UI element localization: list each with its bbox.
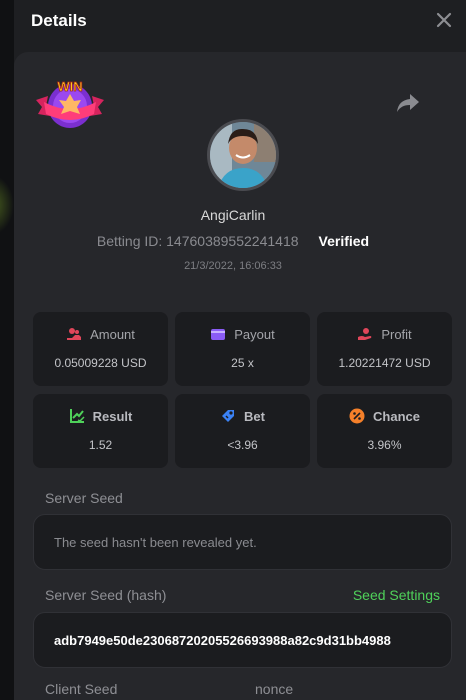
stat-profit-label: Profit [381, 326, 412, 342]
hand-coin-icon [357, 326, 373, 342]
stat-payout-label: Payout [234, 326, 275, 342]
backdrop-left-strip [0, 0, 14, 700]
percent-icon [349, 408, 365, 424]
verified-badge: Verified [318, 233, 370, 249]
server-seed-hash-value: adb7949e50de23068720205526693988a82c9d31… [54, 632, 391, 648]
tag-icon [220, 408, 236, 424]
backdrop-glow [0, 175, 14, 235]
client-seed-label: Client Seed [45, 681, 118, 697]
bet-datetime: 21/3/2022, 16:06:33 [184, 260, 282, 272]
server-seed-hash-label: Server Seed (hash) [45, 587, 167, 603]
stat-profit-value: 1.20221472 USD [338, 356, 431, 370]
modal-header: Details [14, 0, 466, 50]
win-badge-text: WIN [57, 79, 82, 94]
avatar [207, 119, 279, 191]
close-button[interactable] [432, 8, 456, 32]
close-icon [436, 12, 452, 28]
stat-amount-value: 0.05009228 USD [54, 356, 147, 370]
stat-bet: Bet <3.96 [175, 394, 310, 468]
seed-settings-link[interactable]: Seed Settings [353, 587, 440, 603]
stat-bet-label: Bet [244, 408, 265, 424]
coins-icon [66, 326, 82, 342]
server-seed-label: Server Seed [45, 490, 123, 506]
stat-result: Result 1.52 [33, 394, 168, 468]
stat-profit: Profit 1.20221472 USD [317, 312, 452, 386]
share-icon [397, 94, 419, 112]
username: AngiCarlin [200, 207, 266, 223]
stat-chance-label: Chance [373, 408, 420, 424]
stat-bet-value: <3.96 [227, 438, 258, 452]
stat-chance: Chance 3.96% [317, 394, 452, 468]
chart-check-icon [69, 408, 85, 424]
stat-chance-value: 3.96% [367, 438, 402, 452]
win-badge: WIN [34, 76, 106, 132]
stat-result-value: 1.52 [88, 438, 113, 452]
stat-payout: Payout 25 x [175, 312, 310, 386]
wallet-icon [210, 326, 226, 342]
betting-id: Betting ID: 14760389552241418 [96, 233, 299, 249]
modal-title: Details [31, 11, 87, 30]
server-seed-field[interactable]: The seed hasn't been revealed yet. [33, 514, 452, 570]
stat-amount: Amount 0.05009228 USD [33, 312, 168, 386]
stat-amount-label: Amount [90, 326, 135, 342]
betting-id-row: Betting ID: 14760389552241418 Verified [0, 233, 466, 249]
stat-result-label: Result [92, 408, 133, 424]
nonce-label: nonce [255, 681, 294, 697]
share-button[interactable] [396, 92, 420, 114]
server-seed-value: The seed hasn't been revealed yet. [54, 534, 257, 550]
stat-payout-value: 25 x [231, 356, 254, 370]
server-seed-hash-field[interactable]: adb7949e50de23068720205526693988a82c9d31… [33, 612, 452, 668]
